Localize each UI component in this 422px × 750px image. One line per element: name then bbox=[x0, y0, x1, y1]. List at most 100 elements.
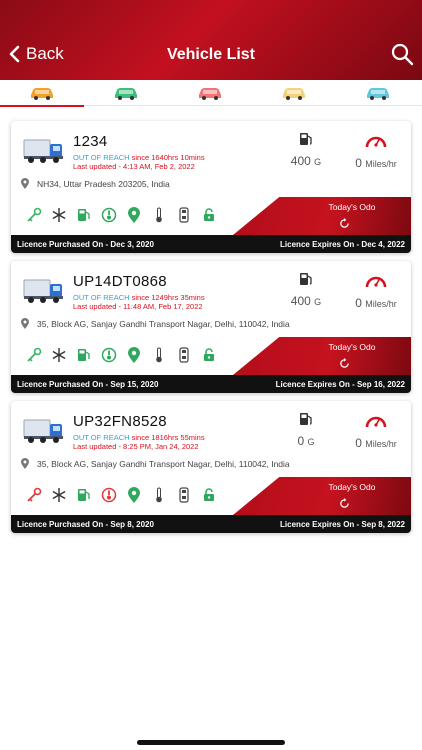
speedometer-icon bbox=[365, 136, 387, 148]
licence-expires: Licence Expires On - Sep 8, 2022 bbox=[280, 519, 405, 529]
speedometer-icon bbox=[365, 416, 387, 428]
car-icon bbox=[199, 88, 221, 100]
vehicle-number: UP32FN8528 bbox=[73, 413, 167, 430]
search-button[interactable] bbox=[390, 42, 414, 71]
last-updated: Last updated - 11:48 AM, Feb 17, 2022 bbox=[73, 302, 203, 311]
tab-red[interactable] bbox=[168, 80, 252, 106]
home-indicator[interactable] bbox=[137, 740, 285, 745]
speed-unit: Miles/hr bbox=[365, 299, 397, 309]
tab-all[interactable] bbox=[0, 80, 84, 107]
todays-odo-panel[interactable]: Today's Odo bbox=[233, 197, 411, 235]
vehicle-sensor-icons bbox=[21, 346, 221, 364]
speed-unit: Miles/hr bbox=[365, 439, 397, 449]
licence-info-bar: Licence Purchased On - Dec 3, 2020 Licen… bbox=[11, 235, 411, 253]
speed-display: 0 Miles/hr bbox=[341, 131, 411, 170]
refresh-icon[interactable] bbox=[339, 498, 350, 509]
vehicle-list: 1234 OUT OF REACH since 1640hrs 10mins L… bbox=[11, 121, 411, 541]
fuel-level: 0 G bbox=[281, 411, 331, 448]
door-icon bbox=[178, 487, 189, 503]
speed-value: 0 bbox=[355, 296, 362, 310]
vehicle-card[interactable]: UP32FN8528 OUT OF REACH since 1816hrs 55… bbox=[11, 401, 411, 533]
vehicle-card[interactable]: UP14DT0868 OUT OF REACH since 1249hrs 35… bbox=[11, 261, 411, 393]
temperature-icon bbox=[155, 207, 162, 223]
car-icon bbox=[283, 88, 305, 100]
tab-green[interactable] bbox=[84, 80, 168, 106]
location-pin-icon bbox=[21, 318, 29, 329]
speed-value: 0 bbox=[355, 156, 362, 170]
fuel-value: 400 bbox=[290, 154, 311, 168]
active-tab-indicator bbox=[0, 105, 84, 107]
status-since: since 1640hrs 10mins bbox=[131, 153, 205, 162]
ignition-icon bbox=[101, 487, 116, 503]
status-label: OUT OF REACH bbox=[73, 293, 130, 302]
gps-icon bbox=[127, 207, 140, 223]
vehicle-address: 35, Block AG, Sanjay Gandhi Transport Na… bbox=[21, 458, 290, 469]
tab-blue[interactable] bbox=[336, 80, 420, 106]
vehicle-address: 35, Block AG, Sanjay Gandhi Transport Na… bbox=[21, 318, 290, 329]
fuel-unit: G bbox=[314, 297, 322, 307]
location-pin-icon bbox=[21, 178, 29, 189]
page-title: Vehicle List bbox=[166, 46, 256, 63]
fuel-pump-icon bbox=[300, 413, 312, 425]
ac-icon bbox=[52, 488, 65, 502]
door-icon bbox=[178, 207, 189, 223]
last-updated: Last updated - 4:13 AM, Feb 2, 2022 bbox=[73, 162, 195, 171]
vehicle-sensor-icons bbox=[21, 206, 221, 224]
address-text: 35, Block AG, Sanjay Gandhi Transport Na… bbox=[37, 318, 290, 329]
licence-purchased: Licence Purchased On - Dec 3, 2020 bbox=[17, 239, 154, 249]
odo-label: Today's Odo bbox=[328, 202, 376, 212]
speed-display: 0 Miles/hr bbox=[341, 271, 411, 310]
key-icon bbox=[26, 487, 41, 502]
fuel-pump-icon bbox=[300, 273, 312, 285]
truck-icon bbox=[23, 419, 63, 443]
licence-info-bar: Licence Purchased On - Sep 15, 2020 Lice… bbox=[11, 375, 411, 393]
vehicle-card[interactable]: 1234 OUT OF REACH since 1640hrs 10mins L… bbox=[11, 121, 411, 253]
tab-yellow[interactable] bbox=[252, 80, 336, 106]
location-pin-icon bbox=[21, 458, 29, 469]
ac-icon bbox=[52, 348, 65, 362]
fuel-pump-icon bbox=[77, 489, 90, 501]
address-text: 35, Block AG, Sanjay Gandhi Transport Na… bbox=[37, 458, 290, 469]
ac-icon bbox=[52, 208, 65, 222]
fuel-level: 400 G bbox=[281, 131, 331, 168]
vehicle-number: UP14DT0868 bbox=[73, 273, 167, 290]
licence-purchased: Licence Purchased On - Sep 15, 2020 bbox=[17, 379, 159, 389]
fuel-pump-icon bbox=[300, 133, 312, 145]
key-icon bbox=[26, 207, 41, 222]
speed-value: 0 bbox=[355, 436, 362, 450]
ignition-icon bbox=[101, 347, 116, 363]
car-icon bbox=[367, 88, 389, 100]
refresh-icon[interactable] bbox=[339, 218, 350, 229]
lock-icon bbox=[203, 208, 214, 221]
vehicle-sensor-icons bbox=[21, 486, 221, 504]
temperature-icon bbox=[155, 487, 162, 503]
speed-display: 0 Miles/hr bbox=[341, 411, 411, 450]
status-label: OUT OF REACH bbox=[73, 433, 130, 442]
vehicle-status: OUT OF REACH since 1640hrs 10mins Last u… bbox=[73, 153, 205, 171]
odo-label: Today's Odo bbox=[328, 482, 376, 492]
temperature-icon bbox=[155, 347, 162, 363]
vehicle-status: OUT OF REACH since 1816hrs 55mins Last u… bbox=[73, 433, 205, 451]
fuel-pump-icon bbox=[77, 209, 90, 221]
truck-icon bbox=[23, 139, 63, 163]
licence-info-bar: Licence Purchased On - Sep 8, 2020 Licen… bbox=[11, 515, 411, 533]
car-icon bbox=[115, 88, 137, 100]
key-icon bbox=[26, 347, 41, 362]
search-icon bbox=[391, 43, 414, 66]
vehicle-address: NH34, Uttar Pradesh 203205, India bbox=[21, 178, 170, 189]
odo-label: Today's Odo bbox=[328, 342, 376, 352]
fuel-value: 400 bbox=[290, 294, 311, 308]
licence-expires: Licence Expires On - Dec 4, 2022 bbox=[280, 239, 405, 249]
app-header: Back Vehicle List bbox=[0, 0, 422, 80]
vehicle-number: 1234 bbox=[73, 133, 108, 150]
refresh-icon[interactable] bbox=[339, 358, 350, 369]
vehicle-filter-tabs bbox=[0, 80, 422, 107]
fuel-value: 0 bbox=[297, 434, 305, 448]
car-icon bbox=[31, 88, 53, 100]
todays-odo-panel[interactable]: Today's Odo bbox=[233, 477, 411, 515]
todays-odo-panel[interactable]: Today's Odo bbox=[233, 337, 411, 375]
address-text: NH34, Uttar Pradesh 203205, India bbox=[37, 178, 170, 189]
door-icon bbox=[178, 347, 189, 363]
truck-icon bbox=[23, 279, 63, 303]
status-label: OUT OF REACH bbox=[73, 153, 130, 162]
